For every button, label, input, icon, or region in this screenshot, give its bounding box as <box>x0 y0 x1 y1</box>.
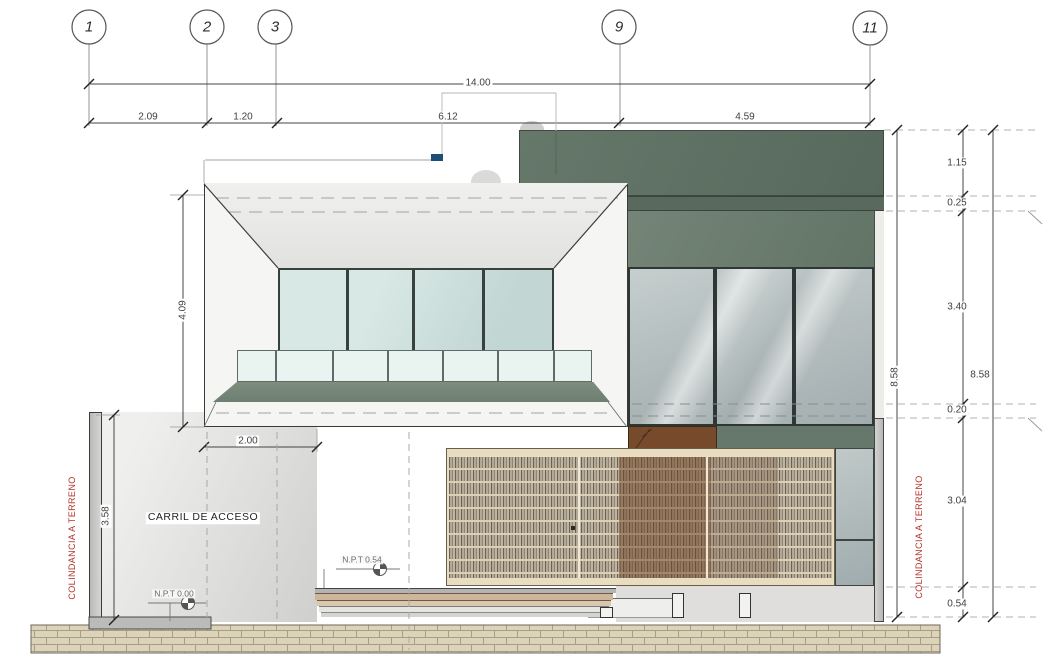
balustrade-mullion <box>442 350 444 382</box>
level-tag-first: N.P.T 0.54 <box>340 555 383 564</box>
access-lane-label: CARRIL DE ACCESO <box>146 512 260 524</box>
lattice-screen <box>446 448 835 586</box>
dim-total-width: 14.00 <box>463 78 492 89</box>
dim-right-total: 8.58 <box>968 370 991 381</box>
dim-right-segment: 0.20 <box>945 405 968 416</box>
boundary-label-right: COLINDANCIA A TERRENO <box>915 473 925 600</box>
ground-hatch <box>31 617 940 653</box>
deck-steps <box>315 588 616 618</box>
lattice-handle <box>571 526 575 530</box>
elevation-drawing-sheet: 1 2 3 9 11 14.00 2.09 1.20 6.12 4.59 4.0… <box>0 0 1043 661</box>
balustrade-mullion <box>387 350 389 382</box>
grid-bubble-label-3: 3 <box>271 19 279 36</box>
dim-right-total: 8.58 <box>890 365 901 388</box>
dim-segment: 2.09 <box>136 112 159 123</box>
boundary-wall-right <box>874 418 884 622</box>
dim-wall-height: 3.58 <box>101 504 112 527</box>
lattice-brown-zone <box>711 457 778 578</box>
tower-window-mullion <box>713 267 717 426</box>
tower-window-glass <box>628 267 874 426</box>
box-window-mullion <box>412 268 415 352</box>
dim-right-segment: 3.04 <box>945 496 968 507</box>
grid-bubbles <box>72 10 887 45</box>
dim-segment: 6.12 <box>436 112 459 123</box>
post <box>672 593 684 618</box>
post <box>739 593 751 618</box>
grid-bubble-label-11: 11 <box>862 20 878 37</box>
grid-bubble-label-2: 2 <box>203 19 211 36</box>
tower-edge-strip <box>874 211 884 418</box>
dim-drive-width: 2.00 <box>236 436 259 447</box>
box-window-mullion <box>482 268 485 352</box>
glass-behind-screen-mullion <box>835 539 874 541</box>
balustrade-glass <box>237 350 592 382</box>
box-window-mullion <box>346 268 349 352</box>
box-ceiling <box>204 183 628 268</box>
lattice-divider <box>578 457 580 578</box>
section-callout <box>204 93 556 183</box>
lattice-brown-zone <box>619 457 711 578</box>
dim-segment: 1.20 <box>231 112 254 123</box>
balustrade-mullion <box>332 350 334 382</box>
balustrade-mullion <box>553 350 555 382</box>
balustrade-mullion <box>275 350 277 382</box>
lattice-divider <box>706 457 708 578</box>
boundary-label-left: COLINDANCIA A TERRENO <box>68 474 78 601</box>
grid-bubble-label-1: 1 <box>85 19 93 36</box>
glass-behind-screen <box>835 448 874 586</box>
section-marker <box>431 154 443 161</box>
dim-right-segment: 3.40 <box>945 302 968 313</box>
dim-right-segment: 0.54 <box>945 599 968 610</box>
grid-bubble-label-9: 9 <box>615 19 623 36</box>
tower-window-mullion <box>792 267 796 426</box>
dim-right-segment: 1.15 <box>945 158 968 169</box>
dim-right-segment: 0.25 <box>945 198 968 209</box>
balustrade-mullion <box>497 350 499 382</box>
fascia-band <box>213 382 610 402</box>
dim-segment: 4.59 <box>733 112 756 123</box>
dim-interior-height: 4.09 <box>178 298 189 321</box>
tower-wall <box>628 211 874 268</box>
box-window-wall <box>278 268 554 352</box>
jog-marks <box>1028 211 1042 431</box>
level-tag-ground: N.P.T 0.00 <box>152 589 195 598</box>
